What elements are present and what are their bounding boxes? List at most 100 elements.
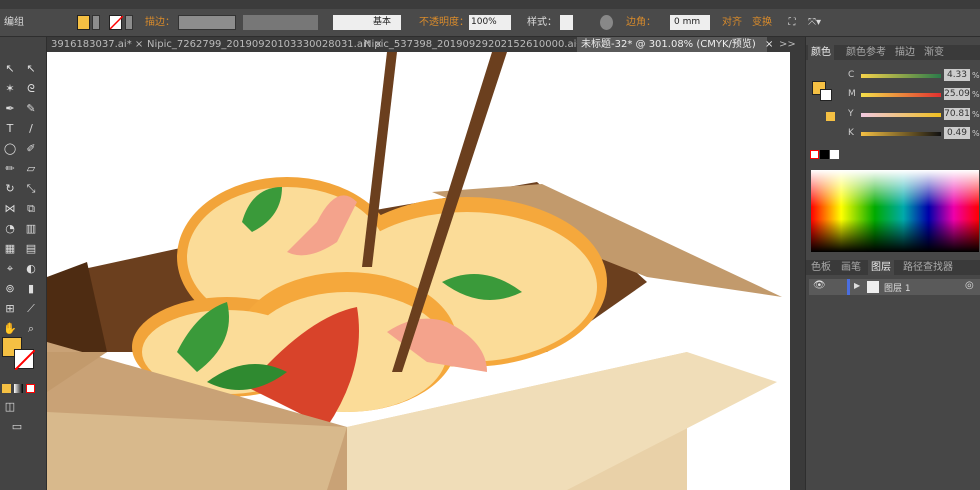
visibility-eye-icon[interactable]: 👁 <box>813 280 826 291</box>
none-mode-icon[interactable] <box>26 384 35 393</box>
fill-dropdown[interactable] <box>92 15 100 30</box>
layer-color-indicator <box>847 279 850 295</box>
artboard-canvas[interactable] <box>47 52 790 490</box>
tab-stroke[interactable]: 描边 <box>892 45 918 60</box>
tab-layers[interactable]: 图层 <box>868 260 894 275</box>
line-tool-icon[interactable]: / <box>24 122 38 136</box>
noodle-box-artwork <box>47 52 782 490</box>
tab-gradient[interactable]: 渐变 <box>921 45 947 60</box>
slider-m[interactable] <box>861 93 941 97</box>
mesh-tool-icon[interactable]: ▦ <box>3 242 17 256</box>
tab-swatches[interactable]: 色板 <box>808 260 834 275</box>
free-transform-icon[interactable]: ⧉ <box>24 202 38 216</box>
type-tool-icon[interactable]: T <box>3 122 17 136</box>
stroke-color-swatch[interactable] <box>14 349 36 371</box>
stroke-swatch[interactable] <box>820 89 832 101</box>
align-link[interactable]: 对齐 <box>722 15 742 30</box>
slice-tool-icon[interactable]: ⟋ <box>24 302 38 316</box>
target-icon[interactable]: ◎ <box>965 280 974 291</box>
layer-thumbnail <box>867 281 879 293</box>
percent-label: % <box>972 110 980 119</box>
pencil-tool-icon[interactable]: ✏ <box>3 162 17 176</box>
input-c[interactable]: 4.33 <box>944 69 970 81</box>
style-swatch[interactable] <box>560 15 573 30</box>
stroke-style-select[interactable]: 基本 <box>333 15 401 30</box>
isolate-icon[interactable]: ⛶ <box>785 15 799 30</box>
slider-k[interactable] <box>861 132 941 136</box>
doc-tab[interactable]: 3916183037.ai* × <box>47 37 147 52</box>
tab-color-guide[interactable]: 颜色参考 <box>843 45 889 60</box>
stroke-weight-input[interactable] <box>178 15 236 30</box>
slider-c[interactable] <box>861 74 941 78</box>
fill-swatch[interactable] <box>77 15 90 30</box>
hand-tool-icon[interactable]: ✋ <box>3 322 17 336</box>
stroke-dropdown[interactable] <box>125 15 133 30</box>
doc-tab[interactable]: Nipic_7262799_20190920103330028031.ai* × <box>143 37 386 52</box>
channel-label-m: M <box>848 89 856 99</box>
artboard-tool-icon[interactable]: ⊞ <box>3 302 17 316</box>
corner-input[interactable]: 0 mm <box>670 15 710 30</box>
none-swatch[interactable] <box>810 150 819 159</box>
arrange-icon[interactable]: ⤧▾ <box>808 15 828 30</box>
doc-tab[interactable]: Nipic_537398_20190929202152610000.ai* × <box>360 37 597 52</box>
gradient-mode-icon[interactable] <box>14 384 23 393</box>
eraser-tool-icon[interactable]: ▱ <box>24 162 38 176</box>
recolor-icon[interactable] <box>600 15 613 30</box>
stroke-swatch[interactable] <box>109 15 124 30</box>
selection-tool-icon[interactable]: ↖ <box>3 62 17 76</box>
tab-label: 3916183037.ai* <box>51 39 132 50</box>
direct-selection-tool-icon[interactable]: ↖ <box>24 62 38 76</box>
layer-name[interactable]: 图层 1 <box>884 281 911 294</box>
tab-pathfinder[interactable]: 路径查找器 <box>900 260 956 275</box>
stroke-label[interactable]: 描边： <box>145 15 175 30</box>
layer-row[interactable]: 👁 ▶ 图层 1 ◎ <box>809 279 980 295</box>
scale-tool-icon[interactable]: ⤡ <box>24 182 38 196</box>
black-swatch[interactable] <box>820 150 829 159</box>
expand-triangle-icon[interactable]: ▶ <box>854 281 860 290</box>
opacity-label[interactable]: 不透明度： <box>419 15 469 30</box>
transform-link[interactable]: 变换 <box>752 15 772 30</box>
input-y[interactable]: 70.81 <box>944 108 970 120</box>
eyedropper-icon[interactable]: ⌖ <box>3 262 17 276</box>
curvature-icon[interactable]: ✎ <box>24 102 38 116</box>
vertical-scrollbar[interactable] <box>790 52 805 490</box>
control-bar: 编组 描边： 基本 不透明度： 100% 样式： 边角： 0 mm 对齐 变换 … <box>0 9 980 37</box>
corner-label[interactable]: 边角： <box>626 15 656 30</box>
close-icon[interactable]: × <box>765 39 773 50</box>
ellipse-tool-icon[interactable]: ◯ <box>3 142 17 156</box>
percent-label: % <box>972 129 980 138</box>
tab-label: Nipic_537398_20190929202152610000.ai* <box>364 39 582 50</box>
color-spectrum[interactable] <box>811 170 979 252</box>
doc-tab-active[interactable]: 未标题-32* @ 301.08% (CMYK/预览) × <box>577 37 773 52</box>
color-mode-icon[interactable] <box>2 384 11 393</box>
tab-label: Nipic_7262799_20190920103330028031.ai* <box>147 39 371 50</box>
opacity-input[interactable]: 100% <box>469 15 511 30</box>
variable-width-select[interactable] <box>243 15 318 30</box>
slider-y[interactable] <box>861 113 941 117</box>
rotate-tool-icon[interactable]: ↻ <box>3 182 17 196</box>
brush-tool-icon[interactable]: ✐ <box>24 142 38 156</box>
pen-tool-icon[interactable]: ✒ <box>3 102 17 116</box>
width-tool-icon[interactable]: ⋈ <box>3 202 17 216</box>
channel-label-y: Y <box>848 109 854 119</box>
out-of-gamut-swatch[interactable] <box>826 112 835 121</box>
draw-mode-icon[interactable]: ◫ <box>3 400 17 414</box>
magic-wand-icon[interactable]: ✶ <box>3 82 17 96</box>
channel-label-k: K <box>848 128 854 138</box>
tabs-overflow-button[interactable]: >> <box>775 37 800 52</box>
symbol-sprayer-icon[interactable]: ⊚ <box>3 282 17 296</box>
white-swatch[interactable] <box>830 150 839 159</box>
gradient-tool-icon[interactable]: ▤ <box>24 242 38 256</box>
input-k[interactable]: 0.49 <box>944 127 970 139</box>
tab-brushes[interactable]: 画笔 <box>838 260 864 275</box>
tab-color[interactable]: 颜色 <box>808 45 834 60</box>
column-graph-icon[interactable]: ▮ <box>24 282 38 296</box>
screen-mode-icon[interactable]: ▭ <box>10 420 24 434</box>
zoom-tool-icon[interactable]: ⌕ <box>24 322 38 336</box>
shape-builder-icon[interactable]: ◔ <box>3 222 17 236</box>
blend-tool-icon[interactable]: ◐ <box>24 262 38 276</box>
style-label: 样式： <box>527 17 557 28</box>
input-m[interactable]: 25.09 <box>944 88 970 100</box>
lasso-icon[interactable]: ᘓ <box>24 82 38 96</box>
chart-tool-icon[interactable]: ▥ <box>24 222 38 236</box>
